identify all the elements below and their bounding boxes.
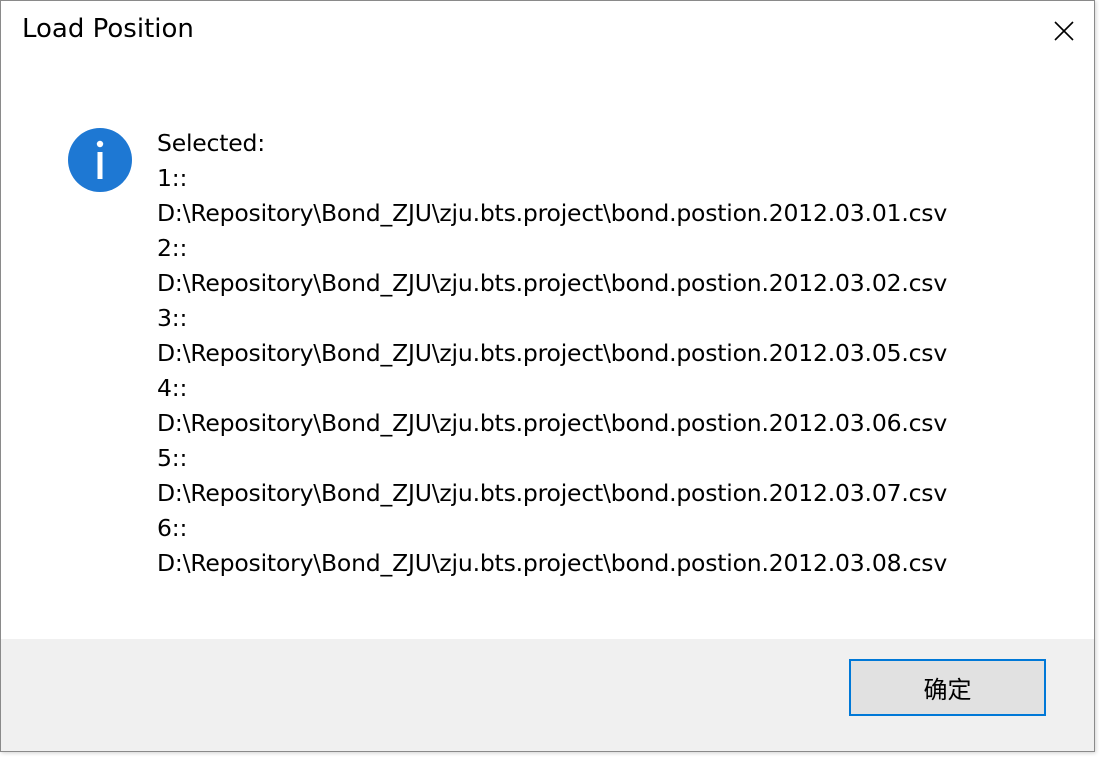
dialog-title: Load Position: [22, 14, 194, 44]
message-item-index: 3::: [157, 304, 188, 332]
message-item-path: D:\Repository\Bond_ZJU\zju.bts.project\b…: [157, 269, 948, 297]
message-item-path: D:\Repository\Bond_ZJU\zju.bts.project\b…: [157, 549, 948, 577]
message-item-index: 2::: [157, 234, 188, 262]
message-item-path: D:\Repository\Bond_ZJU\zju.bts.project\b…: [157, 409, 948, 437]
close-icon: [1054, 21, 1074, 41]
message-item-path: D:\Repository\Bond_ZJU\zju.bts.project\b…: [157, 479, 948, 507]
ok-button[interactable]: 确定: [849, 659, 1046, 716]
title-bar[interactable]: Load Position: [1, 1, 1094, 63]
message-item-path: D:\Repository\Bond_ZJU\zju.bts.project\b…: [157, 339, 948, 367]
message-heading: Selected:: [157, 129, 265, 157]
info-icon: [68, 128, 132, 192]
dialog-content: Selected: 1:: D:\Repository\Bond_ZJU\zju…: [1, 63, 1094, 639]
close-button[interactable]: [1034, 1, 1094, 61]
message-item-path: D:\Repository\Bond_ZJU\zju.bts.project\b…: [157, 199, 948, 227]
message-item-index: 6::: [157, 514, 188, 542]
button-bar: 确定: [1, 639, 1094, 751]
message-item-index: 1::: [157, 164, 188, 192]
message-text: Selected: 1:: D:\Repository\Bond_ZJU\zju…: [157, 126, 947, 581]
message-item-index: 5::: [157, 444, 188, 472]
message-item-index: 4::: [157, 374, 188, 402]
message-dialog: Load Position Selected: 1:: D:\Repositor…: [0, 0, 1095, 752]
